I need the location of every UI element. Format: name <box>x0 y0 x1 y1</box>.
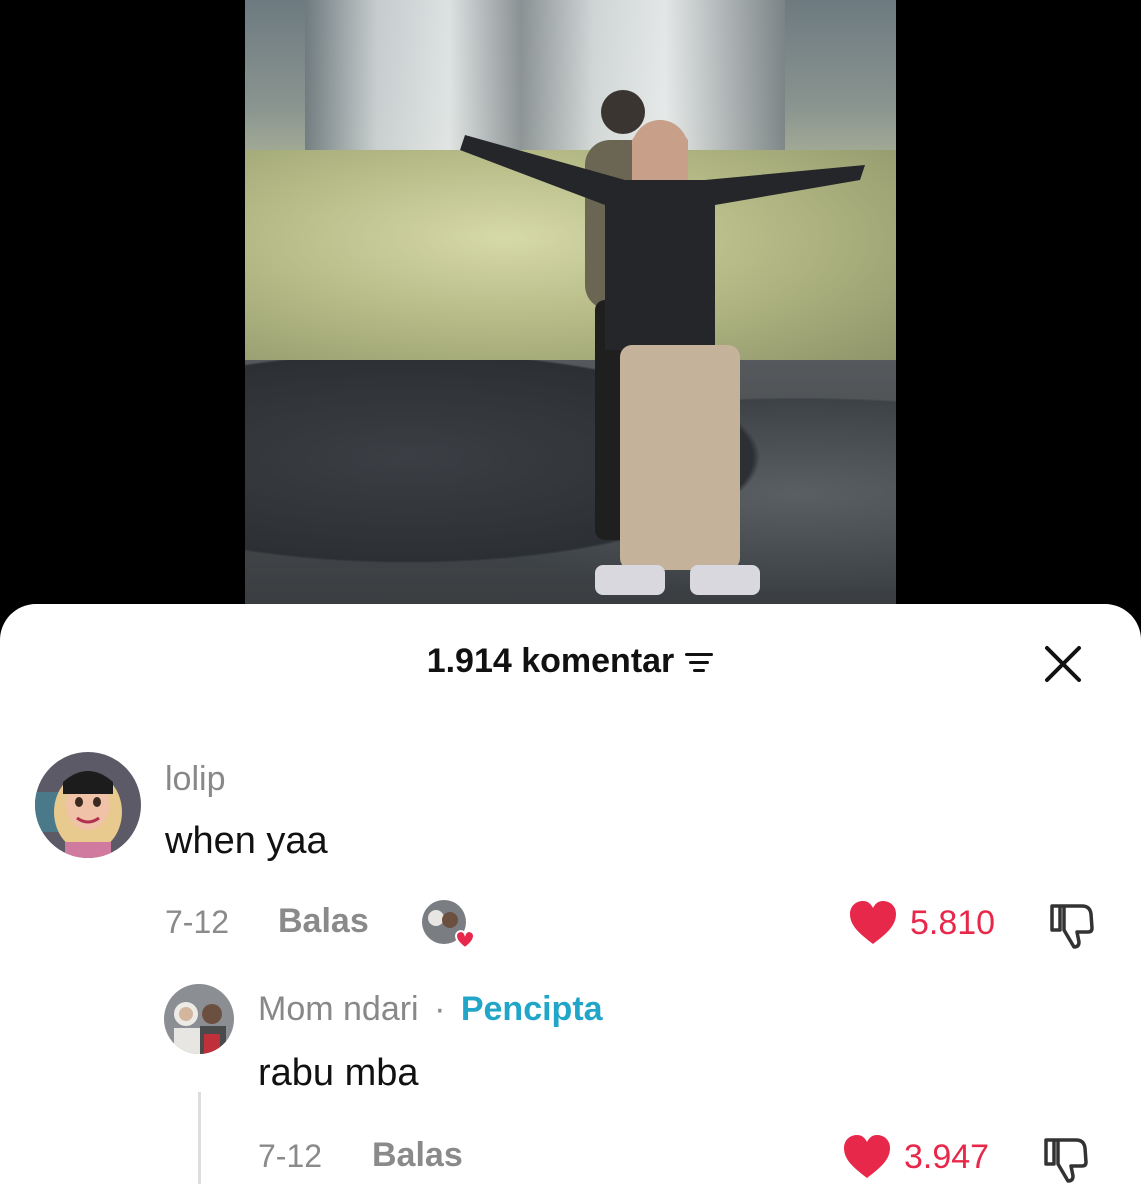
comment-count-label: 1.914 komentar <box>426 642 675 680</box>
like-count: 5.810 <box>910 903 996 942</box>
dislike-icon[interactable] <box>1046 900 1096 950</box>
reply-button[interactable]: Balas <box>372 1136 463 1175</box>
creator-liked-icon <box>422 900 476 950</box>
reply-text: rabu mba <box>258 1052 419 1094</box>
comment-username[interactable]: lolip <box>165 760 225 799</box>
avatar[interactable] <box>164 984 234 1054</box>
comment-text: when yaa <box>165 820 328 862</box>
heart-icon[interactable] <box>842 1134 892 1180</box>
reply-username-line: Mom ndari · Pencipta <box>258 990 603 1029</box>
like-control[interactable]: 5.810 <box>848 900 995 946</box>
video-area[interactable] <box>0 0 1141 620</box>
like-control[interactable]: 3.947 <box>842 1134 989 1180</box>
creator-badge: Pencipta <box>460 990 603 1028</box>
comments-header: 1.914 komentar <box>0 642 1141 692</box>
thread-line <box>198 1092 201 1184</box>
like-count: 3.947 <box>904 1137 990 1176</box>
video-player[interactable] <box>245 0 896 604</box>
separator: · <box>434 990 446 1028</box>
reply-button[interactable]: Balas <box>278 902 369 941</box>
avatar[interactable] <box>35 752 141 858</box>
filter-icon[interactable] <box>684 650 714 674</box>
people-figure <box>460 90 865 595</box>
comments-sheet: 1.914 komentar lolip when yaa 7-12 Balas… <box>0 604 1141 1204</box>
reply-date: 7-12 <box>258 1138 323 1174</box>
comment-count[interactable]: 1.914 komentar <box>427 642 715 681</box>
dislike-icon[interactable] <box>1040 1134 1090 1184</box>
comment-date: 7-12 <box>165 904 230 940</box>
reply-username[interactable]: Mom ndari <box>258 990 419 1028</box>
close-icon[interactable] <box>1043 644 1083 684</box>
heart-icon[interactable] <box>848 900 898 946</box>
